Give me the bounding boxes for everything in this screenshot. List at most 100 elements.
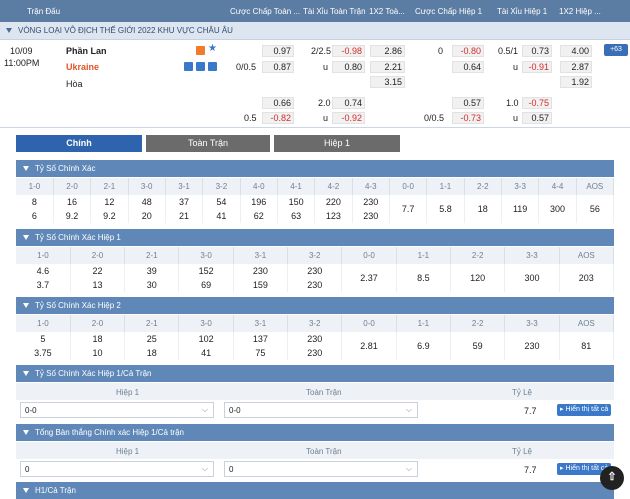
score-odds-cell[interactable]: 75	[233, 346, 289, 360]
hdp-away[interactable]: 0.87	[262, 62, 291, 72]
tab-main[interactable]: Chính	[16, 135, 142, 152]
score-odds-cell[interactable]: 230	[287, 332, 343, 346]
collapse-icon[interactable]	[23, 371, 29, 376]
r2-h1-ou-under[interactable]: 0.57	[522, 113, 549, 123]
home-team[interactable]: Phần Lan	[66, 46, 107, 56]
score-odds-cell[interactable]: 69	[178, 278, 234, 292]
hdp-home[interactable]: 0.97	[262, 46, 291, 56]
score-odds-cell[interactable]: 12	[90, 195, 129, 209]
section-total-goals-h1-ft[interactable]: Tổng Bàn thắng Chính xác Hiệp 1/Cả trận	[16, 424, 614, 441]
score-odds-cell[interactable]: 220	[314, 195, 353, 209]
score-odds-cell[interactable]: 102	[178, 332, 234, 346]
score-odds-cell[interactable]: 230	[287, 346, 343, 360]
h1-hdp-away[interactable]: 0.64	[452, 62, 481, 72]
collapse-icon[interactable]	[23, 430, 29, 435]
r2-h1-ou-over[interactable]: -0.75	[522, 98, 549, 108]
away-team[interactable]: Ukraine	[66, 62, 99, 72]
score-odds-cell[interactable]: 4.6	[16, 264, 71, 278]
star-icon[interactable]: ★	[208, 43, 217, 54]
score-odds-cell[interactable]: 13	[70, 278, 126, 292]
score-odds-cell[interactable]: 18	[464, 195, 502, 223]
score-odds-cell[interactable]: 21	[165, 209, 204, 223]
collapse-icon[interactable]	[23, 235, 29, 240]
score-odds-cell[interactable]: 300	[504, 264, 560, 292]
ou-under[interactable]: 0.80	[332, 62, 362, 72]
r2-hdp-away[interactable]: -0.82	[262, 113, 291, 123]
score-odds-cell[interactable]: 9.2	[53, 209, 92, 223]
h1-goals-select[interactable]: 0 ⌵	[20, 461, 214, 477]
collapse-icon[interactable]	[6, 28, 12, 33]
score-odds-cell[interactable]: 6	[16, 209, 54, 223]
score-odds-cell[interactable]: 137	[233, 332, 289, 346]
h1-score-select[interactable]: 0-0 ⌵	[20, 402, 214, 418]
score-odds-cell[interactable]: 62	[240, 209, 278, 223]
score-odds-cell[interactable]: 41	[178, 346, 234, 360]
score-odds-cell[interactable]: 230	[287, 264, 343, 278]
score-odds-cell[interactable]: 230	[287, 278, 343, 292]
score-odds-cell[interactable]: 10	[70, 346, 126, 360]
collapse-icon[interactable]	[23, 166, 29, 171]
h1-hdp-home[interactable]: -0.80	[452, 46, 481, 56]
dollar-icon[interactable]	[196, 62, 205, 71]
scroll-top-button[interactable]: ⇧	[600, 466, 624, 490]
r2-h1-hdp-home[interactable]: 0.57	[452, 98, 481, 108]
score-odds-cell[interactable]: 18	[70, 332, 126, 346]
h1-x12-draw[interactable]: 1.92	[560, 77, 589, 87]
x12-draw[interactable]: 3.15	[370, 77, 402, 87]
score-odds-cell[interactable]: 203	[559, 264, 615, 292]
score-odds-cell[interactable]: 16	[53, 195, 92, 209]
r2-ou-over[interactable]: 0.74	[332, 98, 362, 108]
score-odds-cell[interactable]: 5.8	[426, 195, 465, 223]
h1-ou-under[interactable]: -0.91	[522, 62, 549, 72]
score-odds-cell[interactable]: 8.5	[396, 264, 452, 292]
score-odds-cell[interactable]: 159	[233, 278, 289, 292]
section-correct-score-h2[interactable]: Tỷ Số Chính Xác Hiệp 2	[16, 297, 614, 314]
rate-value[interactable]: 7.7	[524, 406, 537, 416]
score-odds-cell[interactable]: 56	[576, 195, 615, 223]
r2-hdp-home[interactable]: 0.66	[262, 98, 291, 108]
score-odds-cell[interactable]: 81	[559, 332, 615, 360]
tab-full-time[interactable]: Toàn Trận	[146, 135, 270, 152]
section-correct-score-h1[interactable]: Tỷ Số Chính Xác Hiệp 1	[16, 229, 614, 246]
score-odds-cell[interactable]: 230	[233, 264, 289, 278]
x12-home[interactable]: 2.86	[370, 46, 402, 56]
score-odds-cell[interactable]: 54	[202, 195, 241, 209]
score-odds-cell[interactable]: 18	[124, 346, 180, 360]
score-odds-cell[interactable]: 150	[277, 195, 316, 209]
score-odds-cell[interactable]: 3.75	[16, 346, 71, 360]
score-odds-cell[interactable]: 230	[352, 209, 390, 223]
score-odds-cell[interactable]: 37	[165, 195, 204, 209]
score-odds-cell[interactable]: 63	[277, 209, 316, 223]
score-odds-cell[interactable]: 2.81	[341, 332, 397, 360]
score-odds-cell[interactable]: 123	[314, 209, 353, 223]
league-row[interactable]: VÒNG LOẠI VÔ ĐỊCH THẾ GIỚI 2022 KHU VỰC …	[0, 22, 630, 40]
score-odds-cell[interactable]: 20	[128, 209, 166, 223]
x12-away[interactable]: 2.21	[370, 62, 402, 72]
more-bets-button[interactable]: +63	[604, 44, 628, 56]
h1-x12-away[interactable]: 2.87	[560, 62, 589, 72]
score-odds-cell[interactable]: 41	[202, 209, 241, 223]
score-odds-cell[interactable]: 39	[124, 264, 180, 278]
chart-icon[interactable]	[208, 62, 217, 71]
rate-value[interactable]: 7.7	[524, 465, 537, 475]
score-odds-cell[interactable]: 9.2	[90, 209, 129, 223]
h1-ou-over[interactable]: 0.73	[522, 46, 549, 56]
tv-icon[interactable]	[196, 46, 205, 55]
show-all-button[interactable]: ▸ Hiển thị tất cả	[557, 404, 612, 416]
section-correct-score[interactable]: Tỷ Số Chính Xác	[16, 160, 614, 177]
score-odds-cell[interactable]: 196	[240, 195, 278, 209]
ou-over[interactable]: -0.98	[332, 46, 362, 56]
r2-h1-hdp-away[interactable]: -0.73	[452, 113, 481, 123]
score-odds-cell[interactable]: 152	[178, 264, 234, 278]
score-odds-cell[interactable]: 7.7	[389, 195, 428, 223]
collapse-icon[interactable]	[23, 303, 29, 308]
score-odds-cell[interactable]: 300	[538, 195, 577, 223]
score-odds-cell[interactable]: 48	[128, 195, 166, 209]
score-odds-cell[interactable]: 2.37	[341, 264, 397, 292]
h1-x12-home[interactable]: 4.00	[560, 46, 589, 56]
r2-ou-under[interactable]: -0.92	[332, 113, 362, 123]
score-odds-cell[interactable]: 6.9	[396, 332, 452, 360]
score-odds-cell[interactable]: 22	[70, 264, 126, 278]
score-odds-cell[interactable]: 119	[501, 195, 540, 223]
tab-first-half[interactable]: Hiệp 1	[274, 135, 400, 152]
